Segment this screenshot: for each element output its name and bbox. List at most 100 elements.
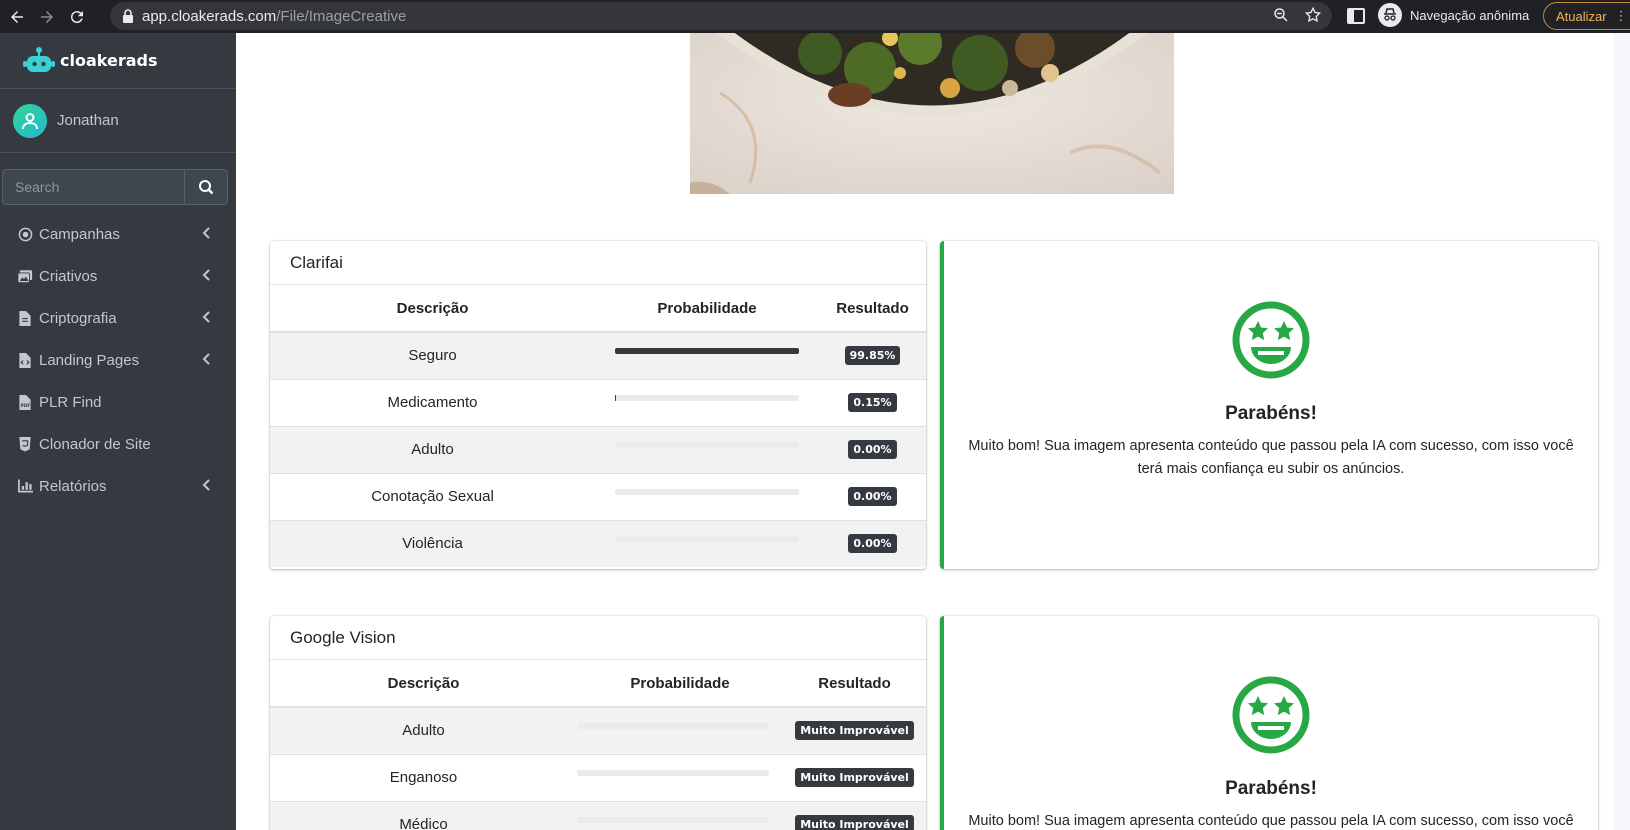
incognito-label: Navegação anônima	[1410, 7, 1530, 23]
file-pdf-icon: PDF	[17, 394, 33, 410]
address-bar[interactable]: app.cloakerads.com/File/ImageCreative	[110, 2, 1332, 30]
sidebar-item-label: Relatórios	[39, 477, 107, 495]
result-message: Muito bom! Sua imagem apresenta conteúdo…	[968, 813, 1574, 829]
table-row: Adulto Muito Improvável	[270, 706, 926, 754]
side-panel-icon[interactable]	[1346, 6, 1366, 26]
zoom-icon[interactable]	[1272, 6, 1290, 24]
chevron-left-icon	[202, 479, 210, 491]
sidebar-item-label: Clonador de Site	[39, 435, 151, 453]
user-panel[interactable]: Jonathan	[0, 89, 236, 153]
row-result: Muito Improvável	[783, 800, 926, 830]
bookmark-star-icon[interactable]	[1304, 6, 1322, 24]
images-icon	[17, 268, 33, 284]
clarifai-table: Descrição Probabilidade Resultado Seguro…	[270, 285, 926, 567]
star-eyes-emoji-icon	[1232, 676, 1310, 754]
probability-bar	[615, 441, 799, 448]
column-header: Descrição	[270, 660, 577, 708]
probability-bar	[577, 769, 769, 776]
table-row: Seguro 99.85%	[270, 331, 926, 379]
probability-bar	[615, 394, 799, 401]
chevron-left-icon	[202, 269, 210, 281]
row-probability	[595, 331, 819, 379]
column-header: Probabilidade	[577, 660, 783, 708]
user-name: Jonathan	[57, 112, 119, 129]
column-header: Descrição	[270, 285, 595, 333]
row-result: 0.15%	[819, 378, 926, 426]
search-input[interactable]	[2, 169, 184, 205]
main-content: Clarifai Descrição Probabilidade Resulta…	[236, 33, 1616, 830]
google-vision-title: Google Vision	[270, 616, 926, 660]
html5-icon	[17, 436, 33, 452]
chart-bar-icon	[17, 478, 33, 494]
brand-logo[interactable]: cloakerads	[0, 33, 236, 89]
row-description: Adulto	[270, 706, 577, 754]
chevron-left-icon	[202, 353, 210, 365]
sidebar-item-relatorios[interactable]: Relatórios	[0, 465, 236, 507]
avatar	[13, 103, 47, 138]
sidebar-item-clonador-de-site[interactable]: Clonador de Site	[0, 423, 236, 465]
result-badge: Muito Improvável	[795, 721, 914, 741]
google-vision-card: Google Vision Descrição Probabilidade Re…	[270, 616, 926, 830]
search-icon	[199, 180, 214, 195]
url-text: app.cloakerads.com/File/ImageCreative	[142, 7, 407, 25]
browser-toolbar: app.cloakerads.com/File/ImageCreative Na…	[0, 0, 1630, 33]
row-probability	[577, 800, 783, 830]
sidebar-item-plr-find[interactable]: PDF PLR Find	[0, 381, 236, 423]
row-probability	[595, 425, 819, 473]
circle-dot-icon	[17, 226, 33, 242]
row-description: Medicamento	[270, 378, 595, 426]
row-description: Médico	[270, 800, 577, 830]
row-result: Muito Improvável	[783, 753, 926, 801]
table-row: Adulto 0.00%	[270, 425, 926, 473]
probability-bar-fill	[615, 394, 617, 401]
result-message: Muito bom! Sua imagem apresenta conteúdo…	[968, 438, 1574, 477]
row-probability	[577, 753, 783, 801]
chevron-left-icon	[202, 227, 210, 239]
incognito-icon	[1378, 3, 1402, 27]
column-header: Resultado	[783, 660, 926, 708]
search-button[interactable]	[184, 169, 228, 205]
incognito-indicator[interactable]: Navegação anônima	[1378, 3, 1529, 27]
sidebar-search	[2, 169, 228, 205]
result-title: Parabéns!	[1225, 778, 1317, 799]
row-description: Violência	[270, 519, 595, 567]
probability-bar	[615, 535, 799, 542]
row-probability	[595, 472, 819, 520]
sidebar-item-criativos[interactable]: Criativos	[0, 255, 236, 297]
result-badge: Muito Improvável	[795, 815, 914, 830]
probability-bar	[615, 347, 799, 354]
more-icon[interactable]: ⋮	[1615, 8, 1628, 24]
sidebar-item-label: Campanhas	[39, 225, 120, 243]
table-row: Medicamento 0.15%	[270, 378, 926, 426]
row-result: 99.85%	[819, 331, 926, 379]
creative-card: Clarifai Descrição Probabilidade Resulta…	[236, 33, 1614, 830]
table-row: Médico Muito Improvável	[270, 800, 926, 830]
sidebar-item-campanhas[interactable]: Campanhas	[0, 213, 236, 255]
table-row: Conotação Sexual 0.00%	[270, 472, 926, 520]
probability-bar-fill	[615, 347, 799, 354]
clarifai-title: Clarifai	[270, 241, 926, 285]
reload-icon[interactable]	[64, 4, 90, 30]
row-result: 0.00%	[819, 472, 926, 520]
sidebar-menu: Campanhas Criativos Criptografia Landing…	[0, 213, 236, 507]
sidebar-item-label: PLR Find	[39, 393, 102, 411]
row-description: Seguro	[270, 331, 595, 379]
row-probability	[595, 378, 819, 426]
row-probability	[577, 706, 783, 754]
update-button[interactable]: Atualizar ⋮	[1543, 2, 1630, 30]
row-result: Muito Improvável	[783, 706, 926, 754]
lock-icon	[123, 9, 133, 23]
sidebar-item-label: Criativos	[39, 267, 98, 285]
probability-bar	[577, 722, 769, 729]
clarifai-result-card: Parabéns! Muito bom! Sua imagem apresent…	[940, 241, 1598, 569]
chevron-left-icon	[202, 311, 210, 323]
sidebar-item-criptografia[interactable]: Criptografia	[0, 297, 236, 339]
forward-icon[interactable]	[34, 4, 60, 30]
user-icon	[22, 112, 38, 129]
google-vision-table: Descrição Probabilidade Resultado Adulto…	[270, 660, 926, 830]
result-badge: Muito Improvável	[795, 768, 914, 787]
back-icon[interactable]	[4, 4, 30, 30]
sidebar-item-landing-pages[interactable]: Landing Pages	[0, 339, 236, 381]
result-title: Parabéns!	[1225, 403, 1317, 424]
svg-text:PDF: PDF	[21, 403, 31, 408]
